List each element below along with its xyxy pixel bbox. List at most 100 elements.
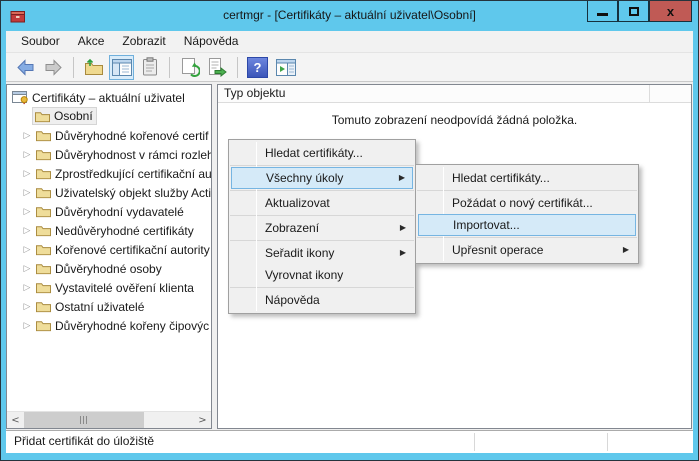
- empty-view-message: Tomuto zobrazení neodpovídá žádná položk…: [218, 113, 691, 127]
- menu-item-seradit-ikony[interactable]: Seřadit ikony ▶: [229, 242, 415, 264]
- toolbar: ?: [6, 53, 693, 82]
- submenu-item-importovat[interactable]: Importovat...: [418, 214, 636, 236]
- submenu-arrow-icon: ▶: [623, 239, 629, 261]
- tree-item[interactable]: ▷ Důvěryhodné kořeny čipovýc: [7, 316, 212, 335]
- folder-icon: [35, 110, 50, 123]
- all-tasks-submenu: Hledat certifikáty... Požádat o nový cer…: [415, 164, 639, 264]
- folder-icon: [36, 129, 51, 142]
- back-button[interactable]: [13, 55, 38, 80]
- chevron-right-icon[interactable]: ▷: [21, 131, 33, 141]
- menu-soubor[interactable]: Soubor: [12, 31, 69, 52]
- menu-separator: [417, 190, 637, 191]
- chevron-right-icon[interactable]: ▷: [21, 321, 33, 331]
- minimize-button[interactable]: [587, 1, 618, 22]
- menu-akce[interactable]: Akce: [69, 31, 114, 52]
- column-header-blank[interactable]: [650, 85, 691, 103]
- chevron-right-icon[interactable]: ▷: [21, 245, 33, 255]
- status-bar: Přidat certifikát do úložiště: [6, 430, 693, 453]
- chevron-right-icon[interactable]: ▷: [21, 283, 33, 293]
- tree-item[interactable]: ▷ Důvěryhodnost v rámci rozleh: [7, 145, 212, 164]
- submenu-arrow-icon: ▶: [400, 242, 406, 264]
- menu-separator: [230, 287, 414, 288]
- folder-icon: [36, 205, 51, 218]
- tree-item[interactable]: ▷ Ostatní uživatelé: [7, 297, 212, 316]
- tree-item[interactable]: ▷ Kořenové certifikační autority: [7, 240, 212, 259]
- submenu-item-upresnit-operace[interactable]: Upřesnit operace ▶: [416, 239, 638, 261]
- folder-icon: [36, 262, 51, 275]
- certificate-store-icon: [12, 90, 29, 106]
- chevron-right-icon[interactable]: ▷: [21, 207, 33, 217]
- column-header-typ-objektu[interactable]: Typ objektu: [218, 85, 650, 103]
- toolbar-separator: [73, 57, 74, 78]
- tree-root-label: Certifikáty – aktuální uživatel: [32, 91, 185, 105]
- folder-icon: [36, 243, 51, 256]
- submenu-arrow-icon: ▶: [399, 168, 405, 188]
- menu-separator: [230, 190, 414, 191]
- console-tree-icon: [112, 59, 132, 76]
- chevron-right-icon[interactable]: ▷: [21, 150, 33, 160]
- folder-icon: [36, 167, 51, 180]
- status-divider: [474, 433, 475, 451]
- help-icon: ?: [247, 57, 268, 78]
- certmgr-window: certmgr - [Certifikáty – aktuální uživat…: [0, 0, 699, 461]
- tree-item[interactable]: ▷ Uživatelský objekt služby Acti: [7, 183, 212, 202]
- export-list-icon: [207, 57, 228, 77]
- folder-icon: [36, 186, 51, 199]
- scroll-right-icon[interactable]: >: [194, 412, 211, 428]
- close-button[interactable]: x: [649, 1, 692, 22]
- submenu-item-hledat-certifikaty[interactable]: Hledat certifikáty...: [416, 167, 638, 189]
- forward-button[interactable]: [41, 55, 66, 80]
- menu-item-vsechny-ukoly[interactable]: Všechny úkoly ▶: [231, 167, 413, 189]
- maximize-icon: [629, 7, 639, 16]
- status-divider: [607, 433, 608, 451]
- tree-item[interactable]: ▷ Důvěryhodné kořenové certif: [7, 126, 212, 145]
- scroll-left-icon[interactable]: <: [7, 412, 24, 428]
- submenu-item-pozadat-o-novy-certifikat[interactable]: Požádat o nový certifikát...: [416, 192, 638, 214]
- menu-napoveda[interactable]: Nápověda: [175, 31, 248, 52]
- tree-item-osobni[interactable]: Osobní: [7, 107, 212, 126]
- menu-item-napoveda[interactable]: Nápověda: [229, 289, 415, 311]
- menu-item-hledat-certifikaty[interactable]: Hledat certifikáty...: [229, 142, 415, 164]
- menu-zobrazit[interactable]: Zobrazit: [113, 31, 174, 52]
- menu-separator: [417, 237, 637, 238]
- menu-bar: Soubor Akce Zobrazit Nápověda: [6, 31, 693, 53]
- scrollbar-thumb[interactable]: [24, 412, 144, 428]
- export-list-button[interactable]: [205, 55, 230, 80]
- title-bar[interactable]: certmgr - [Certifikáty – aktuální uživat…: [1, 1, 698, 31]
- menu-item-vyrovnat-ikony[interactable]: Vyrovnat ikony: [229, 264, 415, 286]
- menu-item-aktualizovat[interactable]: Aktualizovat: [229, 192, 415, 214]
- refresh-icon: [180, 57, 200, 77]
- tree-item[interactable]: ▷ Nedůvěryhodné certifikáty: [7, 221, 212, 240]
- menu-separator: [230, 240, 414, 241]
- chevron-right-icon[interactable]: ▷: [21, 169, 33, 179]
- console-tree-panel: Certifikáty – aktuální uživatel Osobní ▷…: [6, 84, 212, 429]
- chevron-right-icon[interactable]: ▷: [21, 226, 33, 236]
- selected-item-box: Osobní: [32, 107, 97, 125]
- folder-icon: [36, 224, 51, 237]
- back-icon: [15, 57, 36, 78]
- tree-item[interactable]: ▷ Důvěryhodní vydavatelé: [7, 202, 212, 221]
- show-console-tree-button[interactable]: [109, 55, 134, 80]
- folder-icon: [36, 319, 51, 332]
- show-action-pane-button[interactable]: [273, 55, 298, 80]
- tree-item[interactable]: ▷ Vystavitelé ověření klienta: [7, 278, 212, 297]
- chevron-right-icon[interactable]: ▷: [21, 188, 33, 198]
- horizontal-scrollbar[interactable]: < >: [7, 411, 211, 428]
- menu-item-zobrazeni[interactable]: Zobrazení ▶: [229, 217, 415, 239]
- close-icon: x: [667, 4, 674, 19]
- toolbar-separator: [169, 57, 170, 78]
- submenu-arrow-icon: ▶: [400, 217, 406, 239]
- tree-item[interactable]: ▷ Zprostředkující certifikační au: [7, 164, 212, 183]
- scrollbar-grip-icon: [80, 416, 88, 424]
- maximize-button[interactable]: [618, 1, 649, 22]
- context-menu: Hledat certifikáty... Všechny úkoly ▶ Ak…: [228, 139, 416, 314]
- paste-button[interactable]: [137, 55, 162, 80]
- clipboard-icon: [141, 57, 159, 77]
- chevron-right-icon[interactable]: ▷: [21, 302, 33, 312]
- refresh-button[interactable]: [177, 55, 202, 80]
- up-one-level-button[interactable]: [81, 55, 106, 80]
- help-button[interactable]: ?: [245, 55, 270, 80]
- tree-root[interactable]: Certifikáty – aktuální uživatel: [7, 88, 212, 107]
- chevron-right-icon[interactable]: ▷: [21, 264, 33, 274]
- tree-item[interactable]: ▷ Důvěryhodné osoby: [7, 259, 212, 278]
